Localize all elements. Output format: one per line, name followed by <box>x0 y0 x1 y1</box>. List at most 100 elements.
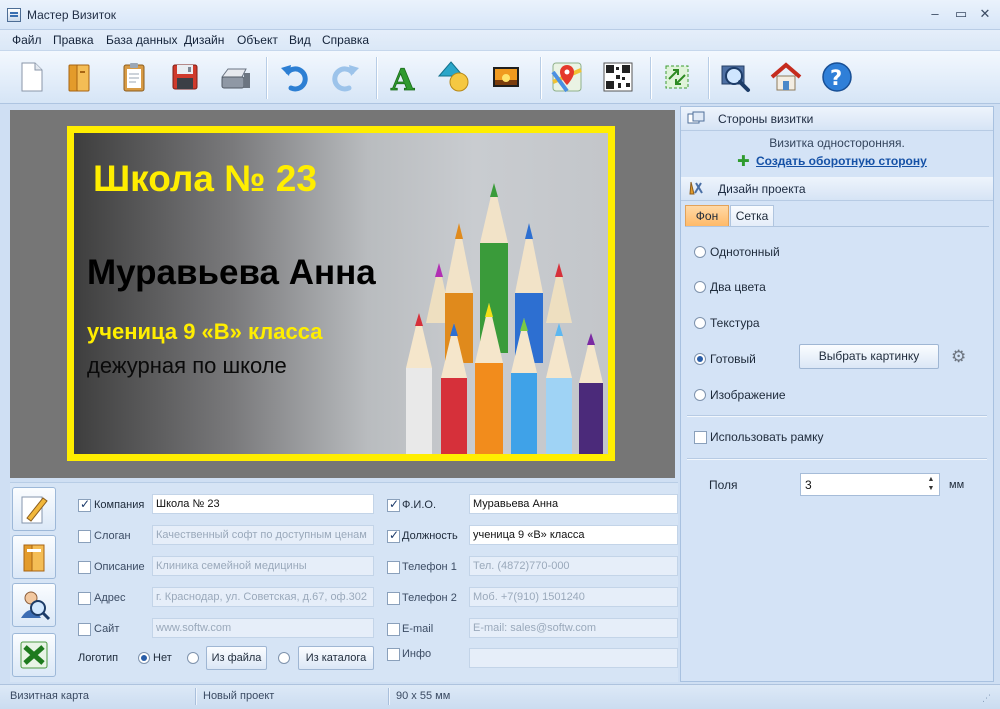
slogan-label: Слоган <box>94 530 131 542</box>
create-back-side-link[interactable]: Создать оборотную сторону <box>756 154 927 168</box>
plus-icon: ✚ <box>737 153 750 170</box>
card-sides-icon <box>687 111 705 124</box>
menu-database[interactable]: База данных <box>106 33 177 47</box>
phone2-input[interactable]: Моб. +7(910) 1501240 <box>469 587 678 607</box>
shapes-icon[interactable] <box>437 58 475 96</box>
bg-texture-radio[interactable] <box>694 317 706 329</box>
divider <box>687 415 987 416</box>
phone1-checkbox[interactable] <box>387 561 400 574</box>
fullname-input[interactable]: Муравьева Анна <box>469 494 678 514</box>
minimize-button[interactable]: – <box>924 4 946 24</box>
use-frame-checkbox[interactable] <box>694 431 707 444</box>
clipboard-icon[interactable] <box>115 58 153 96</box>
help-icon[interactable]: ? <box>818 58 856 96</box>
tab-grid[interactable]: Сетка <box>730 205 774 227</box>
card-position-text[interactable]: ученица 9 «В» класса <box>87 319 322 345</box>
bg-two-colors-label: Два цвета <box>710 280 766 294</box>
card-company-text[interactable]: Школа № 23 <box>93 158 317 200</box>
description-input[interactable]: Клиника семейной медицины <box>152 556 374 576</box>
logo-from-catalog-button[interactable]: Из каталога <box>298 646 374 670</box>
card-sides-header[interactable]: Стороны визитки <box>681 107 993 131</box>
map-pin-icon[interactable] <box>548 58 586 96</box>
menu-file[interactable]: Файл <box>12 33 42 47</box>
qr-code-icon[interactable] <box>599 58 637 96</box>
search-contact-button[interactable] <box>12 583 56 627</box>
maximize-button[interactable]: ▭ <box>950 4 972 24</box>
close-button[interactable]: ✕ <box>974 4 996 24</box>
phone1-input[interactable]: Тел. (4872)770-000 <box>469 556 678 576</box>
margins-spinner[interactable]: 3 ▲ ▼ <box>800 473 940 496</box>
info-checkbox[interactable] <box>387 648 400 661</box>
divider <box>687 458 987 459</box>
open-database-button[interactable] <box>12 535 56 579</box>
company-label: Компания <box>94 499 145 511</box>
card-duty-text[interactable]: дежурная по школе <box>87 353 287 379</box>
edit-text-button[interactable] <box>12 487 56 531</box>
tab-background[interactable]: Фон <box>685 205 729 227</box>
company-input[interactable]: Школа № 23 <box>152 494 374 514</box>
bg-two-colors-radio[interactable] <box>694 281 706 293</box>
menu-help[interactable]: Справка <box>322 33 369 47</box>
crop-icon[interactable] <box>658 58 696 96</box>
print-icon[interactable] <box>216 58 254 96</box>
app-icon <box>7 8 21 22</box>
email-input[interactable]: E-mail: sales@softw.com <box>469 618 678 638</box>
bg-solid-radio[interactable] <box>694 246 706 258</box>
gear-icon[interactable]: ⚙ <box>951 347 966 367</box>
company-checkbox[interactable] <box>78 497 91 512</box>
logo-file-radio[interactable] <box>187 652 199 664</box>
image-icon[interactable] <box>487 58 525 96</box>
new-document-icon[interactable] <box>12 58 50 96</box>
bg-image-radio[interactable] <box>694 389 706 401</box>
redo-icon[interactable] <box>326 58 364 96</box>
card-name-text[interactable]: Муравьева Анна <box>87 253 376 293</box>
site-checkbox[interactable] <box>78 623 91 636</box>
card-sides-title: Стороны визитки <box>718 112 814 126</box>
open-folder-icon[interactable] <box>60 58 98 96</box>
resize-grip-icon[interactable]: ⋰ <box>982 693 991 704</box>
design-header[interactable]: Дизайн проекта <box>681 177 993 201</box>
business-card[interactable]: Школа № 23 Муравьева Анна ученица 9 «В» … <box>67 126 615 461</box>
pencils-background-image <box>406 183 603 454</box>
svg-text:A: A <box>390 63 415 96</box>
slogan-checkbox[interactable] <box>78 530 91 543</box>
phone2-label: Телефон 2 <box>402 592 457 604</box>
description-checkbox[interactable] <box>78 561 91 574</box>
choose-image-button[interactable]: Выбрать картинку <box>799 344 939 369</box>
spin-arrows-icon[interactable]: ▲ ▼ <box>926 475 936 494</box>
logo-from-file-button[interactable]: Из файла <box>206 646 267 670</box>
email-checkbox[interactable] <box>387 623 400 636</box>
site-input[interactable]: www.softw.com <box>152 618 374 638</box>
bg-texture-label: Текстура <box>710 316 760 330</box>
margins-unit: мм <box>949 479 965 491</box>
bg-ready-label: Готовый <box>710 352 756 366</box>
design-canvas[interactable]: Школа № 23 Муравьева Анна ученица 9 «В» … <box>10 110 675 478</box>
status-size: 90 x 55 мм <box>396 690 451 702</box>
slogan-input[interactable]: Качественный софт по доступным ценам <box>152 525 374 545</box>
logo-none-radio[interactable] <box>138 652 150 664</box>
save-icon[interactable] <box>166 58 204 96</box>
phone2-checkbox[interactable] <box>387 592 400 605</box>
toolbar-separator <box>540 57 541 99</box>
address-input[interactable]: г. Краснодар, ул. Советская, д.67, оф.30… <box>152 587 374 607</box>
phone1-label: Телефон 1 <box>402 561 457 573</box>
fullname-checkbox[interactable] <box>387 497 400 512</box>
info-input[interactable] <box>469 648 678 668</box>
excel-import-button[interactable] <box>12 633 56 677</box>
menu-object[interactable]: Объект <box>237 33 278 47</box>
description-label: Описание <box>94 561 145 573</box>
preview-zoom-icon[interactable] <box>716 58 754 96</box>
home-icon[interactable] <box>767 58 805 96</box>
undo-icon[interactable] <box>276 58 314 96</box>
address-checkbox[interactable] <box>78 592 91 605</box>
menu-view[interactable]: Вид <box>289 33 311 47</box>
position-input[interactable]: ученица 9 «В» класса <box>469 525 678 545</box>
text-icon[interactable]: A <box>386 58 424 99</box>
card-fields-panel: Компания Школа № 23 Слоган Качественный … <box>10 482 678 682</box>
menu-design[interactable]: Дизайн <box>184 33 224 47</box>
menu-edit[interactable]: Правка <box>53 33 94 47</box>
logo-catalog-radio[interactable] <box>278 652 290 664</box>
use-frame-label: Использовать рамку <box>710 430 824 444</box>
position-checkbox[interactable] <box>387 528 400 543</box>
bg-ready-radio[interactable] <box>694 353 706 365</box>
